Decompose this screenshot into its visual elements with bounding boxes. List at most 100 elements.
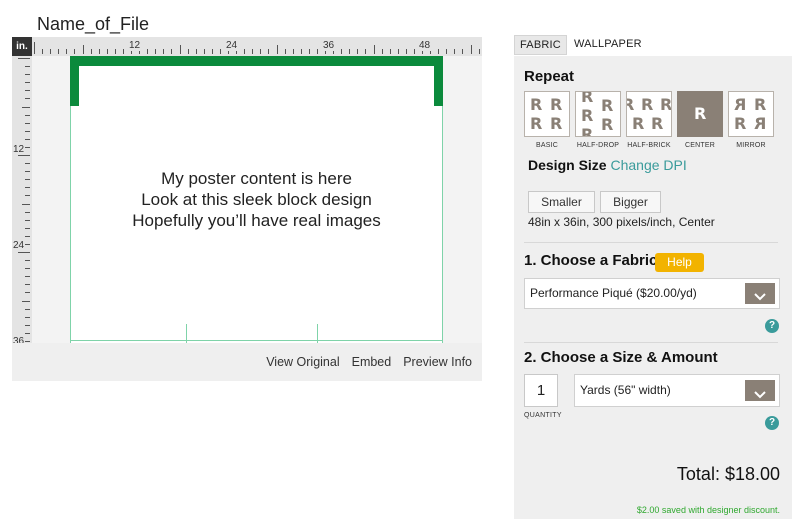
ruler-tick <box>365 49 367 54</box>
design-canvas[interactable]: My poster content is here Look at this s… <box>32 56 482 343</box>
embed-link[interactable]: Embed <box>352 355 392 369</box>
repeat-center[interactable]: R CENTER <box>677 91 723 149</box>
repeat-option-label: MIRROR <box>736 142 766 149</box>
size-select-value: Yards (56" width) <box>580 383 671 397</box>
tab-fabric[interactable]: FABRIC <box>514 35 567 55</box>
poster-preview: My poster content is here Look at this s… <box>70 56 443 343</box>
ruler-tick <box>163 49 165 54</box>
ruler-tick <box>203 49 205 54</box>
choose-size-title: 2. Choose a Size & Amount <box>524 349 718 366</box>
view-original-link[interactable]: View Original <box>266 355 339 369</box>
ruler-label: 24 <box>13 240 25 251</box>
repeat-mirror-swatch: RR RR <box>728 91 774 137</box>
repeat-half-drop[interactable]: RR RR R HALF-DROP <box>575 91 621 149</box>
repeat-center-swatch: R <box>677 91 723 137</box>
ruler-tick <box>25 284 30 286</box>
question-icon[interactable]: ? <box>765 416 779 430</box>
repeat-mirror[interactable]: RR RR MIRROR <box>728 91 774 149</box>
ruler-tick <box>25 179 30 181</box>
ruler-tick <box>25 340 30 342</box>
ruler-tick <box>357 49 359 54</box>
chevron-down-icon <box>745 283 775 304</box>
chevron-down-icon <box>745 380 775 401</box>
accent-bar <box>434 66 443 106</box>
size-select[interactable]: Yards (56" width) <box>574 374 780 407</box>
ruler-tick <box>25 146 30 148</box>
ruler-tick <box>25 227 30 229</box>
ruler-tick <box>454 49 456 54</box>
ruler-tick <box>25 122 30 124</box>
design-dimensions: 48in x 36in, 300 pixels/inch, Center <box>528 215 715 229</box>
preview-links: View Original Embed Preview Info <box>12 343 482 381</box>
ruler-tick <box>413 49 415 54</box>
repeat-option-label: HALF-BRICK <box>627 142 671 149</box>
ruler-tick <box>25 163 30 165</box>
ruler-label: 12 <box>13 144 25 155</box>
guide-line <box>186 324 187 343</box>
ruler-tick <box>25 171 30 173</box>
ruler-tick <box>478 49 480 54</box>
ruler-tick <box>308 49 310 54</box>
preview-info-link[interactable]: Preview Info <box>403 355 472 369</box>
divider <box>524 242 778 243</box>
guide-line <box>70 340 443 341</box>
question-icon[interactable]: ? <box>765 319 779 333</box>
ruler-tick <box>25 292 30 294</box>
ruler-tick <box>292 49 294 54</box>
fabric-select[interactable]: Performance Piqué ($20.00/yd) <box>524 278 780 309</box>
ruler-tick <box>122 49 124 54</box>
file-title: Name_of_File <box>37 14 150 34</box>
repeat-basic-swatch: RR RR <box>524 91 570 137</box>
ruler-tick <box>18 58 30 59</box>
design-size-label: Design Size <box>528 157 607 173</box>
ruler-tick <box>300 49 302 54</box>
ruler-tick <box>260 49 262 54</box>
guide-line <box>317 324 318 343</box>
ruler-tick <box>74 49 76 54</box>
ruler-tick <box>446 49 448 54</box>
smaller-button[interactable]: Smaller <box>528 191 595 213</box>
ruler-tick <box>211 49 213 54</box>
ruler-tick <box>98 49 100 54</box>
quantity-input[interactable]: 1 <box>524 374 558 407</box>
repeat-half-drop-swatch: RR RR R <box>575 91 621 137</box>
ruler-tick <box>25 324 30 326</box>
change-dpi-link[interactable]: Change DPI <box>610 157 686 173</box>
ruler-tick <box>25 90 30 92</box>
ruler-tick <box>389 49 391 54</box>
ruler-label: 36 <box>13 336 25 343</box>
help-button[interactable]: Help <box>655 253 704 272</box>
ruler-tick <box>349 49 351 54</box>
ruler-tick <box>106 49 108 54</box>
ruler-tick <box>438 49 440 54</box>
ruler-tick <box>25 82 30 84</box>
ruler-tick <box>405 49 407 54</box>
ruler-tick <box>470 45 472 54</box>
poster-line: My poster content is here <box>161 169 352 188</box>
ruler-tick <box>25 219 30 221</box>
ruler-label: 12 <box>128 40 142 51</box>
ruler-label: 24 <box>225 40 239 51</box>
ruler-tick <box>25 187 30 189</box>
accent-bar <box>70 66 79 106</box>
preview-area: in. 12 24 36 48 12 24 36 My poster conte… <box>12 37 482 381</box>
ruler-tick <box>381 49 383 54</box>
repeat-option-label: BASIC <box>535 142 558 149</box>
ruler-left: 12 24 36 <box>12 56 32 343</box>
ruler-tick <box>252 49 254 54</box>
repeat-half-brick[interactable]: RRR RR HALF-BRICK <box>626 91 672 149</box>
ruler-tick <box>25 74 30 76</box>
bigger-button[interactable]: Bigger <box>600 191 661 213</box>
discount-note: $2.00 saved with designer discount. <box>636 505 780 515</box>
product-tabs: FABRIC WALLPAPER <box>514 35 647 55</box>
ruler-tick <box>284 49 286 54</box>
ruler-tick <box>50 49 52 54</box>
ruler-tick <box>90 49 92 54</box>
tab-wallpaper[interactable]: WALLPAPER <box>569 35 647 55</box>
repeat-basic[interactable]: RR RR BASIC <box>524 91 570 149</box>
poster-text: My poster content is here Look at this s… <box>70 168 443 231</box>
ruler-tick <box>82 45 84 54</box>
repeat-option-label: CENTER <box>685 142 715 149</box>
ruler-tick <box>25 235 30 237</box>
ruler-tick <box>34 42 35 54</box>
